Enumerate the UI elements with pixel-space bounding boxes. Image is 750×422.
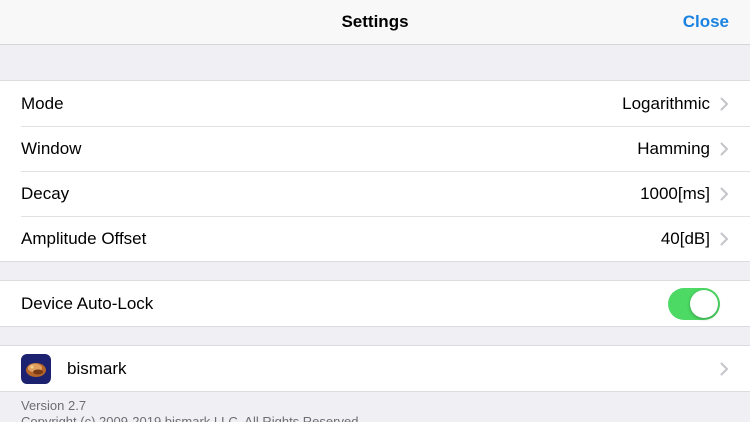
chevron-right-icon: [720, 142, 728, 155]
window-row[interactable]: Window Hamming: [0, 126, 750, 171]
navigation-bar: Settings Close: [0, 0, 750, 45]
close-button[interactable]: Close: [683, 12, 729, 32]
window-value: Hamming: [637, 138, 710, 158]
mode-row[interactable]: Mode Logarithmic: [0, 81, 750, 126]
copyright-text: Copyright (c) 2009-2019 bismark LLC. All…: [21, 414, 363, 422]
decay-label: Decay: [21, 183, 70, 203]
chevron-right-icon: [720, 362, 728, 375]
toggle-knob: [690, 289, 718, 318]
page-title: Settings: [341, 12, 409, 31]
bismark-app-icon: [21, 353, 51, 384]
app-info-group: bismark: [0, 345, 750, 392]
decay-value: 1000[ms]: [640, 183, 710, 203]
decay-row[interactable]: Decay 1000[ms]: [0, 171, 750, 216]
mode-value: Logarithmic: [622, 93, 710, 113]
footer: Version 2.7 Copyright (c) 2009-2019 bism…: [21, 398, 362, 422]
chevron-right-icon: [720, 232, 728, 245]
device-auto-lock-label: Device Auto-Lock: [21, 293, 154, 313]
analysis-settings-group: Mode Logarithmic Window Hamming Decay 10…: [0, 80, 750, 262]
amplitude-offset-label: Amplitude Offset: [21, 228, 147, 248]
app-link-row[interactable]: bismark: [0, 346, 750, 391]
version-text: Version 2.7: [21, 398, 87, 413]
mode-label: Mode: [21, 93, 64, 113]
chevron-right-icon: [720, 97, 728, 110]
amplitude-offset-row[interactable]: Amplitude Offset 40[dB]: [0, 216, 750, 261]
bismark-logo-icon: [26, 362, 46, 377]
app-name: bismark: [67, 358, 127, 378]
device-settings-group: Device Auto-Lock: [0, 280, 750, 327]
amplitude-offset-value: 40[dB]: [660, 228, 710, 248]
window-label: Window: [21, 138, 82, 158]
device-auto-lock-toggle[interactable]: [668, 287, 720, 320]
chevron-right-icon: [720, 187, 728, 200]
device-auto-lock-row: Device Auto-Lock: [0, 281, 750, 326]
